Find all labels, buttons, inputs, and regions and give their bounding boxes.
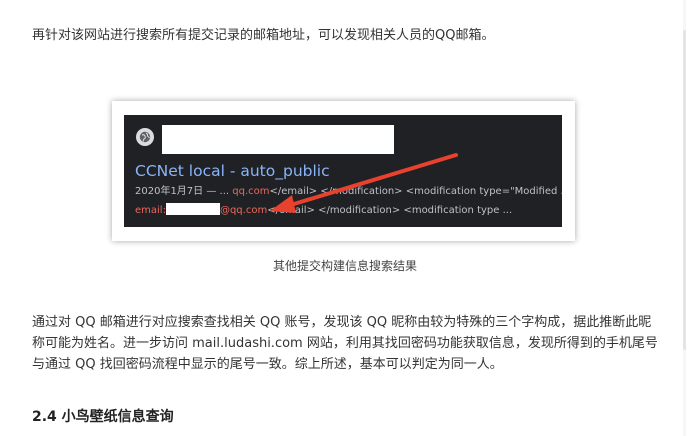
snippet-2-suffix: </email> </modification> <modification t…: [267, 205, 513, 216]
body-paragraph: 通过对 QQ 邮箱进行对应搜索查找相关 QQ 账号，发现该 QQ 昵称由较为特殊…: [32, 315, 658, 372]
redacted-url-box: [162, 125, 394, 154]
snippet-line-2: email: @qq.com</email> </modification> <m…: [135, 203, 512, 217]
snippet-1-highlight: qq.com: [232, 186, 270, 197]
article-page: 再针对该网站进行搜索所有提交记录的邮箱地址，可以发现相关人员的QQ邮箱。 CCN…: [0, 0, 690, 436]
figure-caption: 其他提交构建信息搜索结果: [272, 259, 417, 273]
snippet-line-1: 2020年1月7日 — ... qq.com</email> </modific…: [135, 185, 562, 198]
scrollbar-thumb[interactable]: [683, 30, 686, 350]
intro-paragraph: 再针对该网站进行搜索所有提交记录的邮箱地址，可以发现相关人员的QQ邮箱。: [32, 28, 495, 43]
embedded-screenshot: CCNet local - auto_public 2020年1月7日 — ..…: [112, 101, 575, 241]
snippet-2-prefix: email:: [135, 205, 166, 216]
redacted-email-box: [165, 203, 220, 215]
snippet-1-prefix: 2020年1月7日 — ...: [135, 186, 233, 197]
search-result-card: CCNet local - auto_public 2020年1月7日 — ..…: [124, 115, 562, 227]
section-heading: 2.4 小鸟壁纸信息查询: [32, 409, 174, 425]
snippet-2-highlight: @qq.com: [219, 205, 268, 216]
result-title[interactable]: CCNet local - auto_public: [135, 162, 330, 180]
snippet-1-suffix: </email> </modification> <modification t…: [269, 186, 562, 197]
globe-icon: [136, 128, 154, 146]
